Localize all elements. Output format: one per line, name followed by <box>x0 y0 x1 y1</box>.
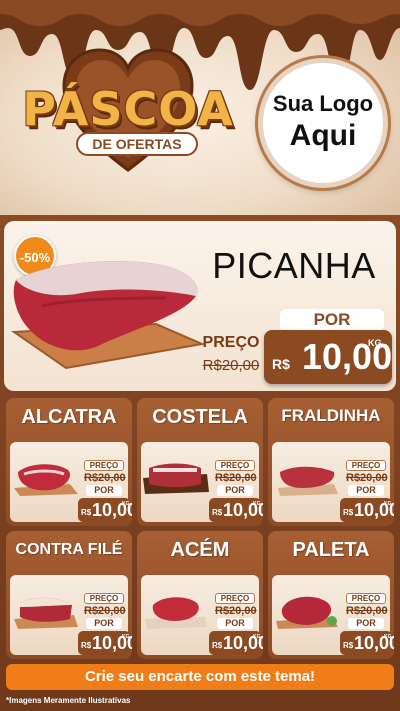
cta-banner[interactable]: Crie seu encarte com este tema! <box>6 664 394 690</box>
preco-label: PREÇO <box>84 460 124 471</box>
product-card: COSTELA PREÇO R$20,00 POR R$ 10,00 KG <box>137 398 263 526</box>
por-label: POR <box>348 618 384 629</box>
unit: KG <box>384 634 392 640</box>
flyer: PÁSCOA DE OFERTAS Sua Logo Aqui -50% PIC… <box>0 0 400 711</box>
preco-label: PREÇO <box>346 593 386 604</box>
old-price: R$20,00 <box>215 605 257 617</box>
acem-image <box>145 597 207 629</box>
por-label: POR <box>217 485 253 496</box>
old-price: R$20,00 <box>215 472 257 484</box>
preco-label: PREÇO <box>346 460 386 471</box>
product-name: CONTRA FILÉ <box>15 541 123 558</box>
preco-label: PREÇO <box>84 593 124 604</box>
product-card: FRALDINHA PREÇO R$20,00 POR R$ 10,00 KG <box>268 398 394 526</box>
price-tag: R$ 10,00 KG <box>340 498 394 522</box>
hero-por-label: POR <box>280 309 384 331</box>
old-price: R$20,00 <box>84 472 126 484</box>
logo-line-2: Aqui <box>289 119 357 152</box>
por-label: POR <box>217 618 253 629</box>
price-tag: R$ 10,00 KG <box>78 631 132 655</box>
fraldinha-image <box>278 466 338 496</box>
hero-unit: KG <box>368 338 382 348</box>
preco-label: PREÇO <box>215 460 255 471</box>
product-name: COSTELA <box>152 406 248 428</box>
logo-placeholder: Sua Logo Aqui <box>258 58 388 188</box>
costela-image <box>143 463 209 494</box>
currency: R$ <box>343 641 354 650</box>
por-label: POR <box>86 485 122 496</box>
currency: R$ <box>81 641 92 650</box>
picanha-image <box>11 261 206 370</box>
preco-label: PREÇO <box>215 593 255 604</box>
price-tag: R$ 10,00 KG <box>209 498 263 522</box>
unit: KG <box>253 634 261 640</box>
disclaimer: *Imagens Meramente Ilustrativas <box>6 696 131 705</box>
contra-file-image <box>14 597 78 629</box>
currency: R$ <box>343 508 354 517</box>
title-block: PÁSCOA DE OFERTAS <box>8 82 248 172</box>
price-tag: R$ 10,00 KG <box>340 631 394 655</box>
unit: KG <box>253 501 261 507</box>
page-title: PÁSCOA <box>22 82 234 136</box>
alcatra-image <box>14 464 78 496</box>
product-name: ACÉM <box>170 539 230 561</box>
product-name: PALETA <box>292 539 370 561</box>
unit: KG <box>122 634 130 640</box>
product-name: FRALDINHA <box>281 406 381 425</box>
old-price: R$20,00 <box>346 605 388 617</box>
logo-line-1: Sua Logo <box>272 91 374 116</box>
currency: R$ <box>212 508 223 517</box>
product-name: ALCATRA <box>21 406 117 428</box>
hero-product-name: PICANHA <box>212 245 376 286</box>
por-label: POR <box>348 485 384 496</box>
product-card: CONTRA FILÉ PREÇO R$20,00 POR R$ 10,00 K… <box>6 531 132 659</box>
unit: KG <box>122 501 130 507</box>
product-card: ALCATRA PREÇO R$20,00 POR R$ 10,00 KG <box>6 398 132 526</box>
currency: R$ <box>81 508 92 517</box>
hero-old-price: R$20,00 <box>202 357 260 374</box>
price-tag: R$ 10,00 KG <box>209 631 263 655</box>
product-card: PALETA PREÇO R$20,00 POR R$ 10,00 KG <box>268 531 394 659</box>
old-price: R$20,00 <box>346 472 388 484</box>
header: PÁSCOA DE OFERTAS Sua Logo Aqui <box>0 0 400 215</box>
hero-preco-label: PREÇO <box>202 334 260 351</box>
product-card: ACÉM PREÇO R$20,00 POR R$ 10,00 KG <box>137 531 263 659</box>
page-subtitle: DE OFERTAS <box>76 132 198 156</box>
old-price: R$20,00 <box>84 605 126 617</box>
por-label: POR <box>86 618 122 629</box>
price-tag: R$ 10,00 KG <box>78 498 132 522</box>
hero-currency: R$ <box>272 356 290 372</box>
unit: KG <box>384 501 392 507</box>
paleta-image <box>276 596 338 629</box>
currency: R$ <box>212 641 223 650</box>
hero-price-tag: R$ 10,00 KG <box>264 330 392 384</box>
